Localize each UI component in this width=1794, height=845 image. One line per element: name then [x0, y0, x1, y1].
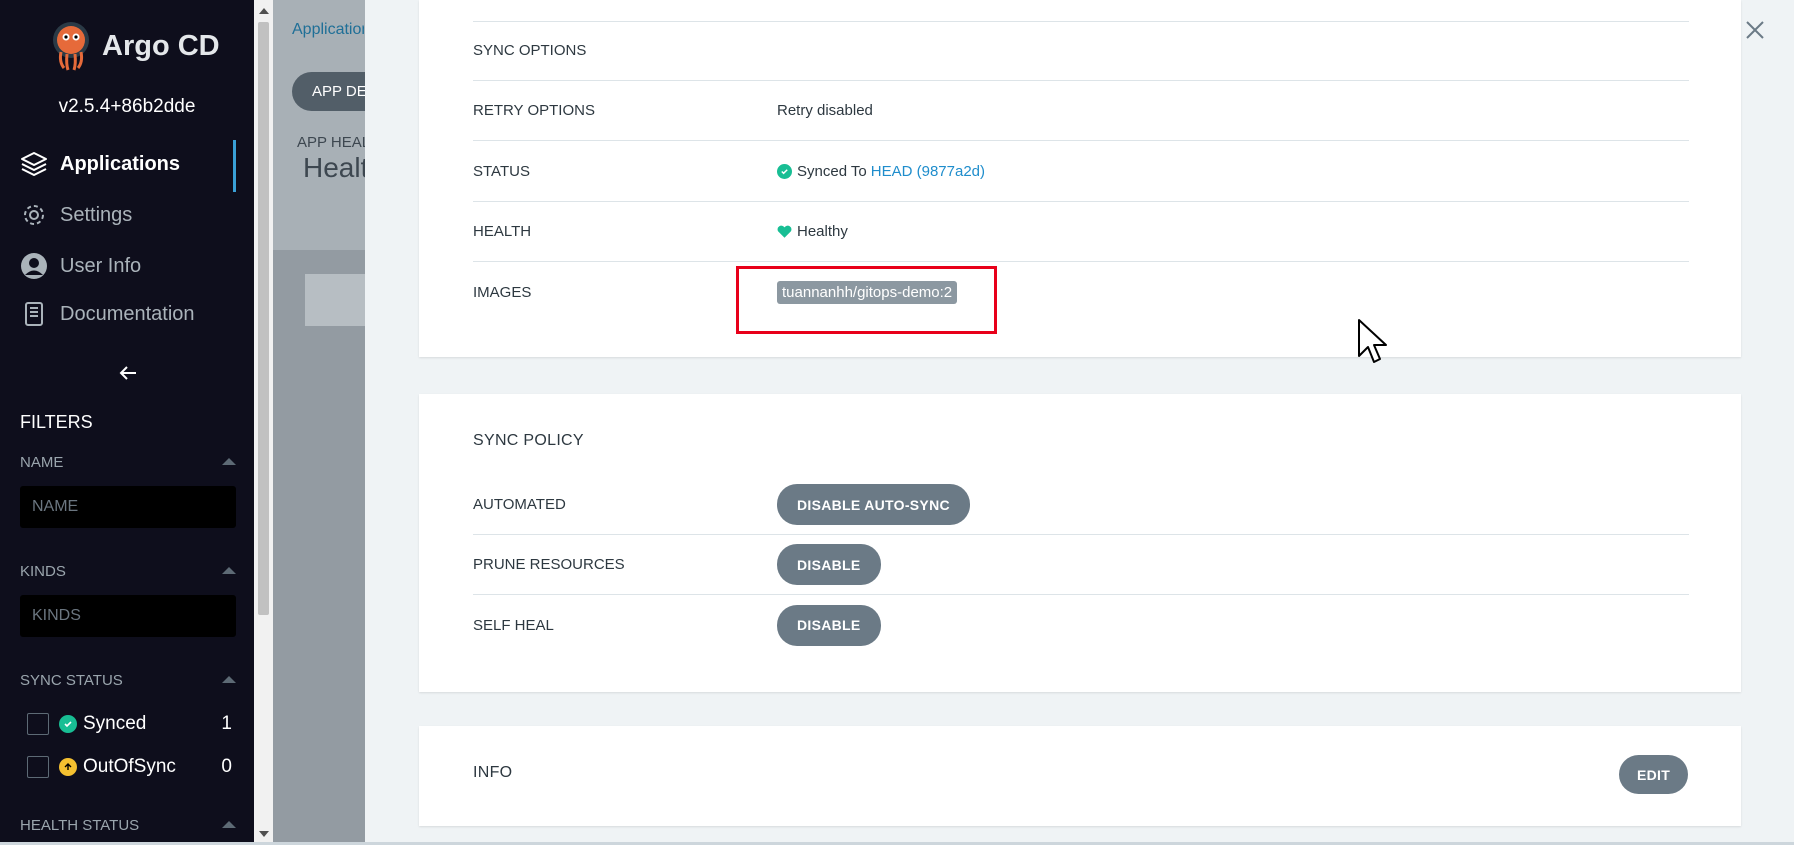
brand-logo[interactable]: Argo CD — [48, 20, 220, 72]
kinds-filter-label: KINDS — [20, 563, 66, 580]
row-sync-options: SYNC OPTIONS — [473, 21, 1689, 81]
outofsync-checkbox[interactable] — [27, 756, 49, 778]
status-value: Synced To HEAD (9877a2d) — [777, 163, 985, 180]
sidebar-scrollbar[interactable] — [254, 0, 273, 845]
synced-check-icon — [59, 715, 77, 733]
edit-info-button[interactable]: EDIT — [1619, 755, 1689, 794]
collapse-sidebar-icon[interactable] — [117, 362, 139, 384]
sync-status-label: SYNC STATUS — [20, 672, 123, 689]
row-retry-options: RETRY OPTIONS Retry disabled — [473, 81, 1689, 141]
scroll-down-icon[interactable] — [259, 831, 269, 837]
nav-documentation-label: Documentation — [60, 302, 195, 325]
disable-self-heal-button[interactable]: DISABLE — [777, 604, 881, 646]
nav-settings[interactable]: Settings — [20, 201, 132, 229]
mouse-cursor-icon — [1358, 319, 1387, 363]
scroll-thumb[interactable] — [258, 22, 269, 615]
version-label: v2.5.4+86b2dde — [58, 96, 196, 117]
nav-documentation[interactable]: Documentation — [20, 300, 195, 328]
nav-user-info[interactable]: User Info — [20, 252, 141, 280]
status-label: STATUS — [473, 163, 530, 180]
row-prune-resources: PRUNE RESOURCES DISABLE — [473, 535, 1689, 595]
disable-auto-sync-button[interactable]: DISABLE AUTO-SYNC — [777, 484, 970, 525]
app-details-panel: SYNC OPTIONS RETRY OPTIONS Retry disable… — [365, 0, 1794, 845]
synced-checkbox[interactable] — [27, 713, 49, 735]
synced-check-icon — [777, 164, 792, 179]
sidebar: Argo CD v2.5.4+86b2dde Applications Sett… — [0, 0, 254, 845]
health-text: Healthy — [797, 223, 848, 240]
brand-name: Argo CD — [102, 29, 220, 62]
prune-resources-label: PRUNE RESOURCES — [473, 556, 625, 573]
collapse-name-icon[interactable] — [222, 458, 236, 465]
nav-applications[interactable]: Applications — [20, 150, 180, 178]
outofsync-count: 0 — [221, 756, 232, 777]
health-status-label: HEALTH STATUS — [20, 817, 140, 834]
row-images: IMAGES tuannanhh/gitops-demo:2 — [473, 262, 1689, 322]
sync-options-label: SYNC OPTIONS — [473, 42, 587, 59]
filter-synced[interactable]: Synced 1 — [27, 713, 232, 735]
active-indicator — [233, 140, 236, 192]
argo-octopus-icon — [53, 22, 89, 71]
app-health-label: APP HEALTH — [297, 134, 365, 151]
info-title: INFO — [473, 764, 513, 781]
gear-icon — [24, 205, 44, 225]
nav-applications-label: Applications — [60, 152, 181, 175]
retry-options-label: RETRY OPTIONS — [473, 102, 595, 119]
user-icon — [21, 253, 47, 279]
book-icon — [25, 302, 43, 326]
name-filter-label: NAME — [20, 454, 64, 471]
row-health: HEALTH Healthy — [473, 202, 1689, 262]
collapse-kinds-icon[interactable] — [222, 567, 236, 574]
app-health-text: Healthy — [303, 152, 365, 183]
close-icon[interactable] — [1744, 19, 1766, 41]
images-highlight-box — [736, 266, 997, 334]
row-automated: AUTOMATED DISABLE AUTO-SYNC — [473, 475, 1689, 535]
row-self-heal: SELF HEAL DISABLE — [473, 595, 1689, 655]
collapse-health-status-icon[interactable] — [222, 821, 236, 828]
kinds-filter-input[interactable] — [20, 595, 236, 637]
app-details-button[interactable]: APP DETAILS — [292, 72, 365, 111]
scroll-up-icon[interactable] — [259, 8, 269, 14]
images-label: IMAGES — [473, 283, 532, 301]
row-status: STATUS Synced To HEAD (9877a2d) — [473, 142, 1689, 202]
outofsync-label: OutOfSync — [83, 756, 176, 777]
nav-settings-label: Settings — [60, 203, 133, 226]
info-card: INFO EDIT — [419, 726, 1741, 826]
filter-outofsync[interactable]: OutOfSync 0 — [27, 756, 232, 778]
layers-icon — [21, 152, 47, 176]
revision-link[interactable]: HEAD (9877a2d) — [871, 163, 985, 180]
synced-count: 1 — [221, 713, 232, 734]
nav-user-info-label: User Info — [60, 254, 142, 277]
breadcrumb[interactable]: Applications — [292, 21, 364, 39]
heart-icon — [777, 225, 792, 238]
app-health-value: Healthy — [297, 152, 365, 184]
name-filter-input[interactable] — [20, 486, 236, 528]
outofsync-arrow-icon — [59, 758, 77, 776]
background-toolbar — [305, 274, 365, 326]
disable-prune-button[interactable]: DISABLE — [777, 544, 881, 585]
health-value: Healthy — [777, 223, 848, 240]
app-details-label: APP DETAILS — [312, 83, 365, 100]
synced-label: Synced — [83, 713, 147, 734]
sync-policy-title: SYNC POLICY — [473, 432, 584, 449]
collapse-sync-status-icon[interactable] — [222, 676, 236, 683]
health-label: HEALTH — [473, 223, 532, 240]
status-text: Synced To — [797, 163, 867, 180]
filters-title: FILTERS — [20, 412, 93, 432]
self-heal-label: SELF HEAL — [473, 616, 554, 634]
sync-policy-card: SYNC POLICY AUTOMATED DISABLE AUTO-SYNC … — [419, 394, 1741, 692]
automated-label: AUTOMATED — [473, 496, 566, 513]
summary-card: SYNC OPTIONS RETRY OPTIONS Retry disable… — [419, 0, 1741, 357]
retry-options-value: Retry disabled — [777, 102, 873, 119]
